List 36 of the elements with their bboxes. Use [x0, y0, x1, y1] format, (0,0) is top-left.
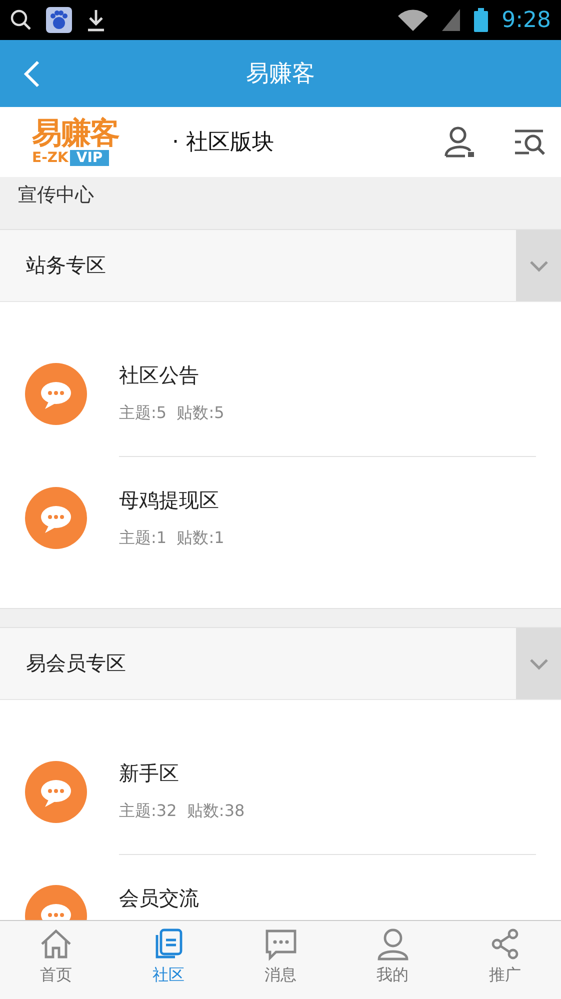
- nav-tab[interactable]: 社区: [112, 921, 224, 999]
- chat-icon: [264, 927, 298, 961]
- search-icon: [10, 9, 32, 31]
- logo-subtitle: E-ZK: [32, 150, 68, 166]
- person-icon: [376, 927, 410, 961]
- forum-name[interactable]: 会员交流: [119, 885, 536, 912]
- chevron-down-icon: [528, 658, 548, 670]
- chat-bubble-icon: [25, 761, 87, 823]
- nav-tab[interactable]: 消息: [224, 921, 337, 999]
- forum-name[interactable]: 母鸡提现区: [119, 487, 536, 514]
- forum-name[interactable]: 社区公告: [119, 362, 536, 389]
- user-button[interactable]: [443, 125, 477, 159]
- section-title: 站务专区: [25, 252, 107, 279]
- vip-badge: VIP: [70, 150, 109, 166]
- clock-time: 9:28: [502, 8, 551, 32]
- nav-tab[interactable]: 我的: [336, 921, 449, 999]
- home-icon: [39, 927, 74, 961]
- chevron-down-icon: [528, 260, 548, 272]
- paw-app-icon: [46, 7, 72, 33]
- group-label: 宣传中心: [18, 183, 94, 208]
- download-icon: [86, 8, 106, 32]
- forum-stats: 主题:1 贴数:1: [119, 528, 226, 549]
- forum-name[interactable]: 新手区: [119, 760, 536, 787]
- page-heading: · 社区版块: [172, 129, 275, 157]
- chat-bubble-icon: [25, 363, 87, 425]
- wifi-icon: [398, 9, 428, 31]
- forum-stats: 主题:5 贴数:5: [119, 403, 226, 424]
- signal-icon: [442, 9, 460, 31]
- logo-name: 易赚客: [32, 118, 119, 150]
- nav-tab[interactable]: 首页: [0, 921, 112, 999]
- chat-bubble-icon: [25, 487, 87, 549]
- forum-stats: 主题:32 贴数:38: [119, 801, 246, 822]
- app-title: 易赚客: [245, 60, 316, 89]
- battery-icon: [474, 8, 488, 32]
- section-title: 易会员专区: [25, 650, 127, 677]
- nav-tab[interactable]: 推广: [448, 921, 561, 999]
